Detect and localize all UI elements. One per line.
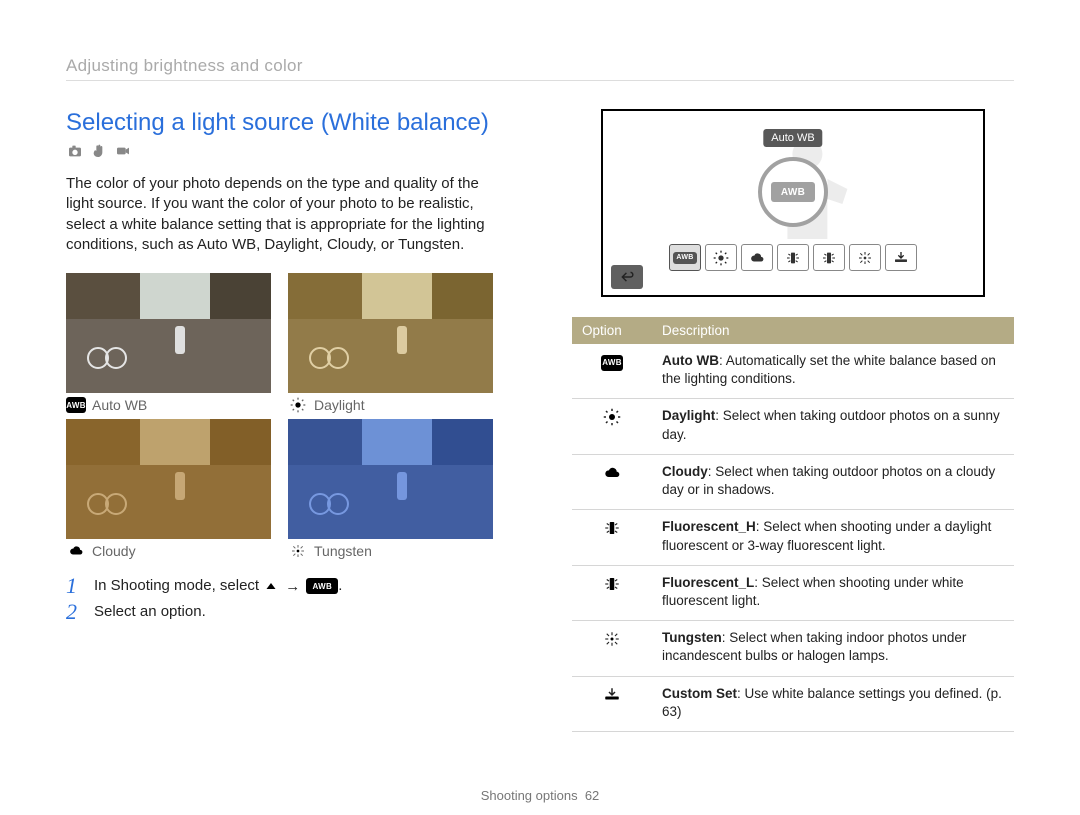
wb-opt-daylight[interactable] — [705, 244, 737, 271]
cloudy-icon — [601, 463, 623, 483]
option-desc-cell: Daylight: Select when taking outdoor pho… — [652, 399, 1014, 454]
option-icon-cell — [572, 621, 652, 676]
daylight-icon — [288, 398, 308, 412]
awb-icon: AWB — [66, 398, 86, 412]
option-desc-cell: Fluorescent_H: Select when shooting unde… — [652, 510, 1014, 565]
intro-paragraph: The color of your photo depends on the t… — [66, 174, 496, 255]
mode-icons — [66, 143, 496, 159]
table-row: Tungsten: Select when taking indoor phot… — [572, 621, 1014, 676]
sample-label: Cloudy — [92, 543, 136, 559]
wb-option-row: AWB — [669, 244, 917, 271]
steps-list: In Shooting mode, select → AWB . Select … — [66, 577, 496, 620]
tooltip-auto-wb: Auto WB — [763, 129, 822, 147]
th-description: Description — [652, 317, 1014, 344]
options-table: Option Description AWB Auto WB: Automatic… — [572, 317, 1014, 732]
option-icon-cell — [572, 510, 652, 565]
tungsten-icon — [288, 544, 308, 558]
option-icon-cell — [572, 454, 652, 509]
option-desc-cell: Auto WB: Automatically set the white bal… — [652, 344, 1014, 399]
fluor_l-icon — [601, 574, 623, 594]
option-icon-cell — [572, 399, 652, 454]
table-row: Fluorescent_H: Select when shooting unde… — [572, 510, 1014, 565]
option-desc-cell: Cloudy: Select when taking outdoor photo… — [652, 454, 1014, 509]
option-icon-cell: AWB — [572, 344, 652, 399]
sample-auto-wb — [66, 273, 271, 393]
awb-icon: AWB — [306, 578, 338, 594]
th-option: Option — [572, 317, 652, 344]
sample-label: Tungsten — [314, 543, 372, 559]
camera-mode-icon — [66, 143, 84, 159]
wb-opt-fluor-l[interactable] — [813, 244, 845, 271]
sample-cloudy — [66, 419, 271, 539]
wb-opt-custom[interactable] — [885, 244, 917, 271]
up-triangle-icon — [263, 580, 279, 592]
breadcrumb: Adjusting brightness and color — [66, 56, 1014, 76]
scene-mode-icon — [90, 143, 108, 159]
option-desc-cell: Fluorescent_L: Select when shooting unde… — [652, 565, 1014, 620]
page-footer: Shooting options 62 — [0, 788, 1080, 803]
cloudy-icon — [66, 544, 86, 558]
wb-opt-tungsten[interactable] — [849, 244, 881, 271]
horizontal-rule — [66, 80, 1014, 81]
awb-icon: AWB — [601, 353, 623, 373]
camera-screen-preview: Auto WB AWB AWB — [601, 109, 985, 297]
option-icon-cell — [572, 676, 652, 731]
sample-label: Auto WB — [92, 397, 147, 413]
table-row: Fluorescent_L: Select when shooting unde… — [572, 565, 1014, 620]
wb-opt-fluor-h[interactable] — [777, 244, 809, 271]
selected-wb-indicator: AWB — [758, 157, 828, 227]
tungsten-icon — [601, 629, 623, 649]
section-title: Selecting a light source (White balance) — [66, 109, 496, 137]
table-row: Daylight: Select when taking outdoor pho… — [572, 399, 1014, 454]
back-button[interactable] — [611, 265, 643, 289]
table-row: Custom Set: Use white balance settings y… — [572, 676, 1014, 731]
custom-icon — [601, 685, 623, 705]
daylight-icon — [601, 407, 623, 427]
wb-opt-cloudy[interactable] — [741, 244, 773, 271]
option-icon-cell — [572, 565, 652, 620]
sample-tungsten — [288, 419, 493, 539]
step-2: Select an option. — [66, 603, 496, 620]
table-row: Cloudy: Select when taking outdoor photo… — [572, 454, 1014, 509]
sample-daylight — [288, 273, 493, 393]
option-desc-cell: Tungsten: Select when taking indoor phot… — [652, 621, 1014, 676]
sample-label: Daylight — [314, 397, 365, 413]
option-desc-cell: Custom Set: Use white balance settings y… — [652, 676, 1014, 731]
sample-grid: AWB Auto WB Daylight — [66, 273, 496, 559]
wb-opt-auto[interactable]: AWB — [669, 244, 701, 271]
step-1: In Shooting mode, select → AWB . — [66, 577, 496, 595]
fluor_h-icon — [601, 518, 623, 538]
arrow-text: → — [285, 578, 300, 595]
table-row: AWB Auto WB: Automatically set the white … — [572, 344, 1014, 399]
video-mode-icon — [114, 143, 132, 159]
